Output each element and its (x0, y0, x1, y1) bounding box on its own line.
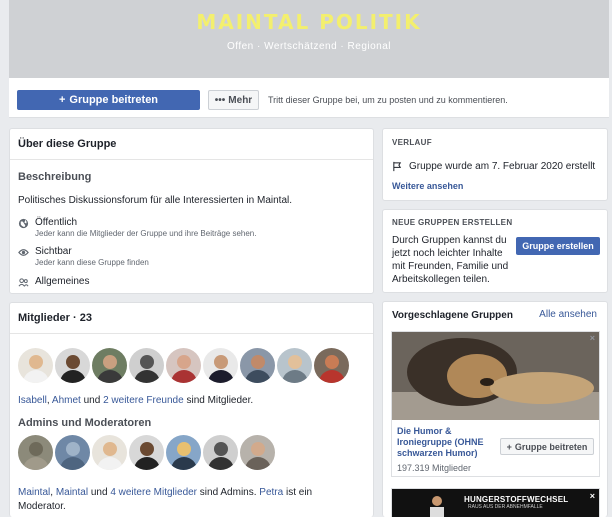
suggested-group-members: 197.319 Mitglieder (397, 463, 472, 473)
suggested-group-card[interactable]: HUNGERSTOFFWECHSEL RAUS AUS DER ABNEHMFA… (391, 488, 600, 517)
flag-icon (393, 161, 402, 172)
join-hint: Tritt dieser Gruppe bei, um zu posten un… (268, 95, 508, 105)
about-header: Über diese Gruppe (10, 129, 373, 160)
person-image (430, 496, 444, 517)
admin-link[interactable]: Maintal (56, 487, 88, 498)
group-cover: MAINTAL POLITIK Offen · Wertschätzend · … (9, 0, 609, 78)
create-text: Durch Gruppen kannst du jetzt noch leich… (392, 235, 509, 285)
join-group-label: Gruppe beitreten (69, 94, 159, 106)
admins-title: Admins und Moderatoren (18, 417, 152, 429)
privacy-row: Öffentlich Jeder kann die Mitglieder der… (18, 217, 256, 238)
avatar[interactable] (240, 348, 275, 383)
history-header: VERLAUF (392, 138, 432, 147)
close-icon[interactable]: × (590, 491, 595, 501)
see-all-link[interactable]: Alle ansehen (539, 309, 597, 320)
avatar[interactable] (92, 348, 127, 383)
visibility-sub: Jeder kann diese Gruppe finden (35, 258, 149, 267)
see-more-link[interactable]: Weitere ansehen (392, 181, 463, 191)
plus-icon: + (506, 441, 512, 452)
visibility-label: Sichtbar (35, 246, 72, 257)
avatar[interactable] (166, 348, 201, 383)
avatar[interactable] (277, 348, 312, 383)
history-entry: Gruppe wurde am 7. Februar 2020 erstellt (392, 161, 595, 172)
action-bar: + Gruppe beitreten ••• Mehr Tritt dieser… (9, 78, 609, 118)
eye-icon (18, 249, 29, 256)
cover-title: MAINTAL POLITIK (196, 10, 422, 34)
avatar[interactable] (314, 348, 349, 383)
close-icon[interactable]: × (590, 333, 595, 343)
more-friends-link[interactable]: 2 weitere Freunde (103, 395, 184, 406)
avatar[interactable] (166, 435, 201, 470)
ellipsis-icon: ••• (214, 94, 226, 106)
avatar[interactable] (18, 435, 53, 470)
about-card: Über diese Gruppe Beschreibung Politisch… (9, 128, 374, 294)
suggested-banner-subtext: RAUS AUS DER ABNEHMFALLE (468, 504, 543, 510)
history-entry-text: Gruppe wurde am 7. Februar 2020 erstellt (409, 161, 596, 172)
avatar[interactable] (129, 435, 164, 470)
suggested-join-button[interactable]: + Gruppe beitreten (500, 438, 594, 455)
plus-icon: + (58, 94, 66, 106)
globe-icon (18, 218, 29, 229)
suggested-join-label: Gruppe beitreten (514, 441, 588, 452)
join-group-button[interactable]: + Gruppe beitreten (17, 90, 200, 110)
suggested-group-name[interactable]: Die Humor & Ironiegruppe (OHNE schwarzen… (397, 426, 497, 459)
suggested-header: Vorgeschlagene Gruppen (392, 310, 513, 321)
more-admins-link[interactable]: 4 weitere Mitglieder (110, 487, 197, 498)
more-button[interactable]: ••• Mehr (208, 90, 259, 110)
more-label: Mehr (228, 94, 253, 106)
visibility-row: Sichtbar Jeder kann diese Gruppe finden (18, 246, 149, 267)
avatar[interactable] (240, 435, 275, 470)
description-title: Beschreibung (18, 171, 92, 183)
members-card: Mitglieder · 23 Isabell, Ahmet und 2 wei… (9, 302, 374, 517)
friend-link[interactable]: Ahmet (52, 395, 81, 406)
avatar[interactable] (18, 348, 53, 383)
suggested-group-image[interactable]: × (392, 332, 599, 420)
admins-text: Maintal, Maintal und 4 weitere Mitgliede… (18, 487, 313, 512)
people-icon (18, 278, 29, 287)
category-label[interactable]: Allgemeines (35, 276, 89, 287)
member-avatars (18, 348, 349, 383)
avatar[interactable] (92, 435, 127, 470)
create-header: NEUE GRUPPEN ERSTELLEN (392, 218, 513, 227)
suggested-groups-card: Vorgeschlagene Gruppen Alle ansehen × Di… (382, 301, 608, 517)
privacy-label: Öffentlich (35, 217, 78, 228)
privacy-sub: Jeder kann die Mitglieder der Gruppe und… (35, 229, 257, 238)
lion-image (392, 332, 599, 420)
history-card: VERLAUF Gruppe wurde am 7. Februar 2020 … (382, 128, 608, 201)
friend-link[interactable]: Isabell (18, 395, 47, 406)
create-groups-card: NEUE GRUPPEN ERSTELLEN Durch Gruppen kan… (382, 209, 608, 293)
admin-avatars (18, 435, 275, 470)
avatar[interactable] (55, 435, 90, 470)
admin-link[interactable]: Maintal (18, 487, 50, 498)
avatar[interactable] (203, 348, 238, 383)
group-description: Politisches Diskussionsforum für alle In… (18, 195, 292, 206)
avatar[interactable] (55, 348, 90, 383)
avatar[interactable] (129, 348, 164, 383)
category-row: Allgemeines (18, 276, 89, 288)
suggested-group-card: × Die Humor & Ironiegruppe (OHNE schwarz… (391, 331, 600, 477)
moderator-link[interactable]: Petra (259, 487, 283, 498)
avatar[interactable] (203, 435, 238, 470)
suggested-banner-text: HUNGERSTOFFWECHSEL (464, 495, 569, 504)
cover-subtitle: Offen · Wertschätzend · Regional (226, 41, 392, 52)
friends-members-text: Isabell, Ahmet und 2 weitere Freunde sin… (18, 395, 254, 406)
create-group-button[interactable]: Gruppe erstellen (516, 237, 600, 255)
members-header[interactable]: Mitglieder · 23 (10, 303, 373, 334)
